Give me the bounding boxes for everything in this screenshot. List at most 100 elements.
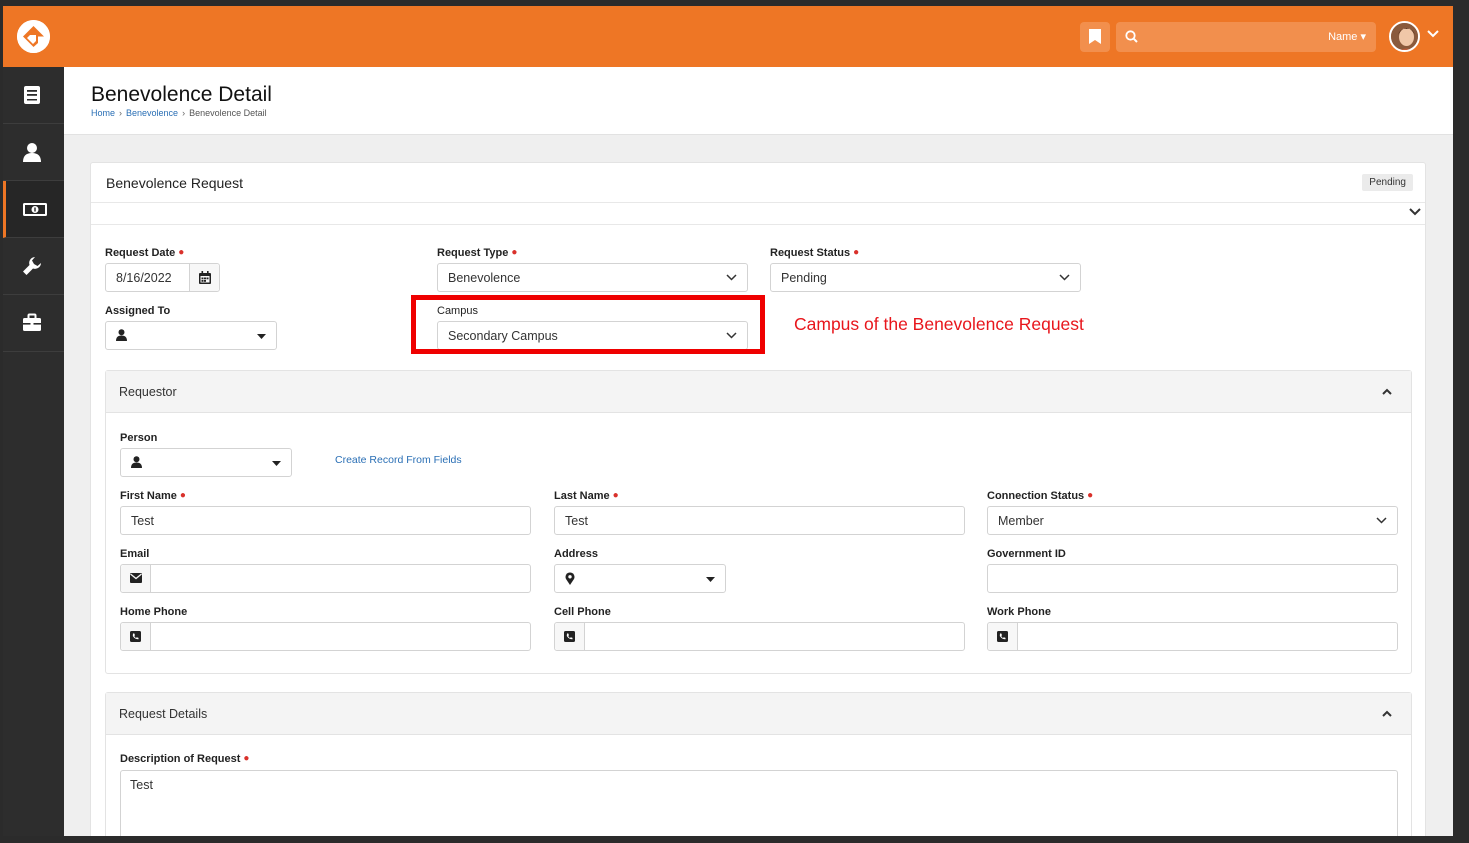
- page-title: Benevolence Detail: [91, 83, 272, 106]
- assigned-to-label: Assigned To: [105, 305, 171, 317]
- request-type-select[interactable]: Benevolence: [437, 263, 748, 292]
- sidebar-item-pages[interactable]: [3, 67, 64, 124]
- user-icon: [131, 456, 142, 468]
- request-date-value: 8/16/2022: [116, 271, 172, 285]
- book-icon: [24, 86, 40, 104]
- cell-phone-label: Cell Phone: [554, 606, 611, 618]
- required-indicator: ●: [1087, 490, 1094, 501]
- map-marker-icon: [565, 572, 575, 585]
- government-id-input[interactable]: [987, 564, 1398, 593]
- status-badge: Pending: [1362, 174, 1413, 191]
- work-phone-label: Work Phone: [987, 606, 1051, 618]
- top-bar: Name ▾: [3, 6, 1453, 67]
- request-status-select[interactable]: Pending: [770, 263, 1081, 292]
- last-name-value: Test: [565, 514, 588, 528]
- request-status-label: Request Status ●: [770, 247, 860, 259]
- chevron-down-icon[interactable]: [1427, 30, 1439, 38]
- request-details-heading[interactable]: Request Details: [106, 693, 1411, 735]
- home-phone-input[interactable]: [120, 622, 531, 651]
- campus-highlight-box: [411, 295, 765, 354]
- breadcrumb-benevolence[interactable]: Benevolence: [126, 108, 178, 118]
- description-textarea[interactable]: Test: [120, 770, 1398, 836]
- bookmark-button[interactable]: [1080, 22, 1110, 52]
- home-phone-label: Home Phone: [120, 606, 188, 618]
- required-indicator: ●: [511, 247, 518, 258]
- breadcrumb: Home › Benevolence › Benevolence Detail: [91, 108, 267, 118]
- search-icon: [1125, 30, 1138, 43]
- breadcrumb-separator-icon: ›: [182, 108, 186, 118]
- requestor-panel: Requestor Person Create Record From Fiel…: [105, 370, 1412, 674]
- search-box[interactable]: Name ▾: [1116, 22, 1376, 52]
- wrench-icon: [23, 257, 41, 275]
- chevron-down-icon: [1376, 517, 1387, 524]
- chevron-down-icon: [1059, 274, 1070, 281]
- chevron-down-icon: [726, 274, 737, 281]
- requestor-heading[interactable]: Requestor: [106, 371, 1411, 413]
- breadcrumb-separator-icon: ›: [119, 108, 123, 118]
- person-picker[interactable]: [120, 448, 292, 477]
- request-date-field[interactable]: 8/16/2022: [105, 263, 220, 292]
- money-icon: [23, 203, 47, 216]
- cell-phone-input[interactable]: [554, 622, 965, 651]
- description-label: Description of Request ●: [120, 753, 250, 765]
- user-icon: [23, 143, 41, 162]
- email-label: Email: [120, 548, 150, 560]
- first-name-input[interactable]: Test: [120, 506, 531, 535]
- last-name-input[interactable]: Test: [554, 506, 965, 535]
- email-input[interactable]: [120, 564, 531, 593]
- rock-logo-icon[interactable]: [17, 20, 50, 53]
- calendar-icon: [199, 271, 211, 284]
- request-type-label: Request Type ●: [437, 247, 518, 259]
- app-frame: Name ▾ Benevolence Detail Home › Benevol…: [3, 6, 1453, 836]
- cell-phone-addon: [555, 623, 585, 650]
- chevron-up-icon[interactable]: [1382, 388, 1392, 395]
- sidebar-item-people[interactable]: [3, 124, 64, 181]
- search-filter-dropdown[interactable]: Name ▾: [1328, 30, 1366, 43]
- panel-heading: Benevolence Request Pending: [91, 163, 1425, 203]
- request-date-label: Request Date ●: [105, 247, 185, 259]
- chevron-down-icon: [1409, 208, 1421, 216]
- person-label: Person: [120, 432, 158, 444]
- breadcrumb-current: Benevolence Detail: [189, 108, 267, 118]
- home-phone-addon: [121, 623, 151, 650]
- caret-down-icon: ▾: [1360, 31, 1366, 43]
- benevolence-request-panel: Benevolence Request Pending Request Date…: [90, 162, 1426, 836]
- sidebar-item-tools[interactable]: [3, 295, 64, 352]
- address-picker[interactable]: [554, 564, 726, 593]
- user-icon: [116, 329, 127, 341]
- panel-drawer-toggle[interactable]: [91, 203, 1425, 225]
- panel-title: Benevolence Request: [106, 175, 243, 191]
- connection-status-label: Connection Status ●: [987, 490, 1094, 502]
- phone-icon: [564, 631, 575, 642]
- address-label: Address: [554, 548, 599, 560]
- breadcrumb-home[interactable]: Home: [91, 108, 115, 118]
- avatar[interactable]: [1389, 21, 1420, 52]
- chevron-up-icon[interactable]: [1382, 710, 1392, 717]
- required-indicator: ●: [179, 490, 186, 501]
- last-name-label: Last Name ●: [554, 490, 619, 502]
- sidebar-item-admin-tools[interactable]: [3, 238, 64, 295]
- sidebar-item-finance[interactable]: [3, 181, 64, 238]
- briefcase-icon: [23, 313, 41, 331]
- search-input[interactable]: [1146, 25, 1296, 49]
- caret-down-icon: [706, 577, 715, 582]
- calendar-button[interactable]: [189, 264, 219, 291]
- caret-down-icon: [272, 461, 281, 466]
- work-phone-addon: [988, 623, 1018, 650]
- create-record-link[interactable]: Create Record From Fields: [335, 454, 462, 466]
- request-details-panel: Request Details Description of Request ● …: [105, 692, 1412, 836]
- first-name-value: Test: [131, 514, 154, 528]
- request-details-title: Request Details: [119, 707, 208, 721]
- requestor-title: Requestor: [119, 385, 177, 399]
- search-filter-label: Name: [1328, 31, 1358, 43]
- connection-status-select[interactable]: Member: [987, 506, 1398, 535]
- connection-status-value: Member: [998, 514, 1044, 528]
- sidebar: [3, 67, 64, 836]
- work-phone-input[interactable]: [987, 622, 1398, 651]
- required-indicator: ●: [243, 753, 250, 764]
- bookmark-icon: [1089, 29, 1101, 44]
- assigned-to-person-picker[interactable]: [105, 321, 277, 350]
- campus-annotation: Campus of the Benevolence Request: [794, 314, 1084, 334]
- request-type-value: Benevolence: [448, 271, 521, 285]
- email-addon: [121, 565, 151, 592]
